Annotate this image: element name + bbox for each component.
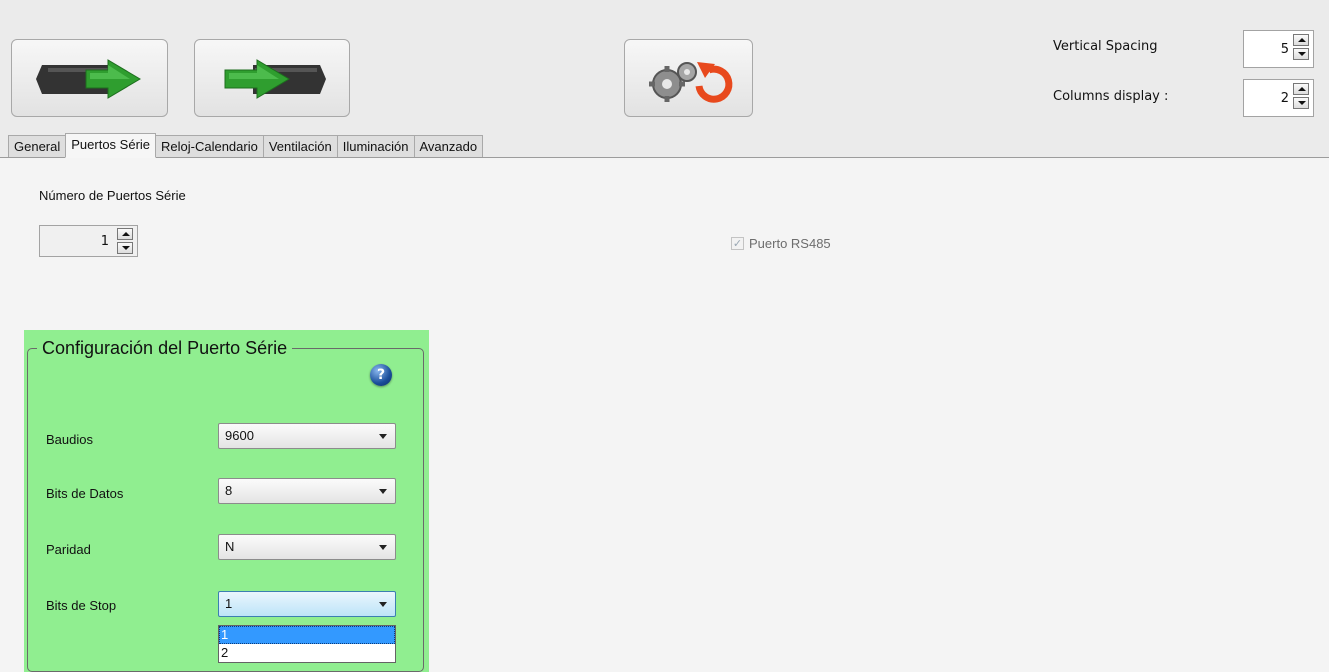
bits-stop-label: Bits de Stop	[46, 598, 117, 613]
paridad-value: N	[225, 539, 235, 554]
transfer-from-device-button[interactable]	[194, 39, 350, 117]
chevron-down-icon	[379, 434, 387, 439]
vertical-spacing-value: 5	[1280, 41, 1289, 57]
columns-display-stepper[interactable]: 2	[1243, 79, 1314, 117]
bits-stop-option[interactable]: 1	[219, 626, 395, 644]
tab-avanzado[interactable]: Avanzado	[413, 135, 484, 157]
num-ports-value: 1	[100, 233, 109, 249]
columns-display-down-arrow-icon[interactable]	[1293, 97, 1309, 109]
num-ports-label: Número de Puertos Série	[39, 188, 186, 203]
bits-stop-select[interactable]: 1	[218, 591, 396, 617]
chevron-down-icon	[379, 545, 387, 550]
columns-display-up-arrow-icon[interactable]	[1293, 83, 1309, 95]
transfer-to-device-button[interactable]	[11, 39, 168, 117]
tab-strip: General Puertos Série Reloj-Calendario V…	[8, 133, 484, 158]
baudios-value: 9600	[225, 428, 254, 443]
bits-datos-value: 8	[225, 483, 233, 498]
toolbar: Vertical Spacing 5 Columns display : 2 G…	[0, 0, 1329, 158]
vertical-spacing-up-arrow-icon[interactable]	[1293, 34, 1309, 46]
columns-display-label: Columns display :	[1053, 89, 1169, 104]
chevron-down-icon	[379, 489, 387, 494]
arrow-right-out-of-device-icon	[224, 59, 326, 99]
paridad-select[interactable]: N	[218, 534, 396, 560]
vertical-spacing-stepper[interactable]: 5	[1243, 30, 1314, 68]
gears-reset-icon	[649, 62, 733, 103]
serial-config-title: Configuración del Puerto Série	[37, 338, 293, 359]
baudios-label: Baudios	[46, 432, 93, 447]
paridad-label: Paridad	[46, 542, 91, 557]
tab-puertos-serie[interactable]: Puertos Série	[65, 133, 157, 158]
help-icon[interactable]: ?	[370, 364, 392, 386]
serial-config-group: Configuración del Puerto Série ? Baudios…	[24, 330, 429, 672]
chevron-down-icon	[379, 602, 387, 607]
bits-stop-value: 1	[225, 596, 233, 611]
num-ports-stepper[interactable]: 1	[39, 225, 138, 257]
columns-display-value: 2	[1280, 90, 1289, 106]
arrow-right-into-device-icon	[36, 59, 141, 99]
tab-general[interactable]: General	[8, 135, 67, 157]
vertical-spacing-label: Vertical Spacing	[1053, 39, 1158, 54]
rs485-label: Puerto RS485	[749, 236, 831, 251]
bits-datos-label: Bits de Datos	[46, 486, 124, 501]
serial-config-frame	[27, 348, 424, 672]
vertical-spacing-down-arrow-icon[interactable]	[1293, 48, 1309, 60]
rs485-checkbox[interactable]: ✓	[731, 237, 744, 250]
bits-stop-dropdown: 1 2	[218, 625, 396, 663]
tab-reloj-calendario[interactable]: Reloj-Calendario	[155, 135, 264, 157]
bits-datos-select[interactable]: 8	[218, 478, 396, 504]
num-ports-up-arrow-icon[interactable]	[117, 228, 133, 240]
tab-iluminacion[interactable]: Iluminación	[336, 135, 415, 157]
baudios-select[interactable]: 9600	[218, 423, 396, 449]
num-ports-down-arrow-icon[interactable]	[117, 242, 133, 254]
reset-config-button[interactable]	[624, 39, 753, 117]
tab-ventilacion[interactable]: Ventilación	[262, 135, 338, 157]
bits-stop-option[interactable]: 2	[219, 644, 395, 662]
